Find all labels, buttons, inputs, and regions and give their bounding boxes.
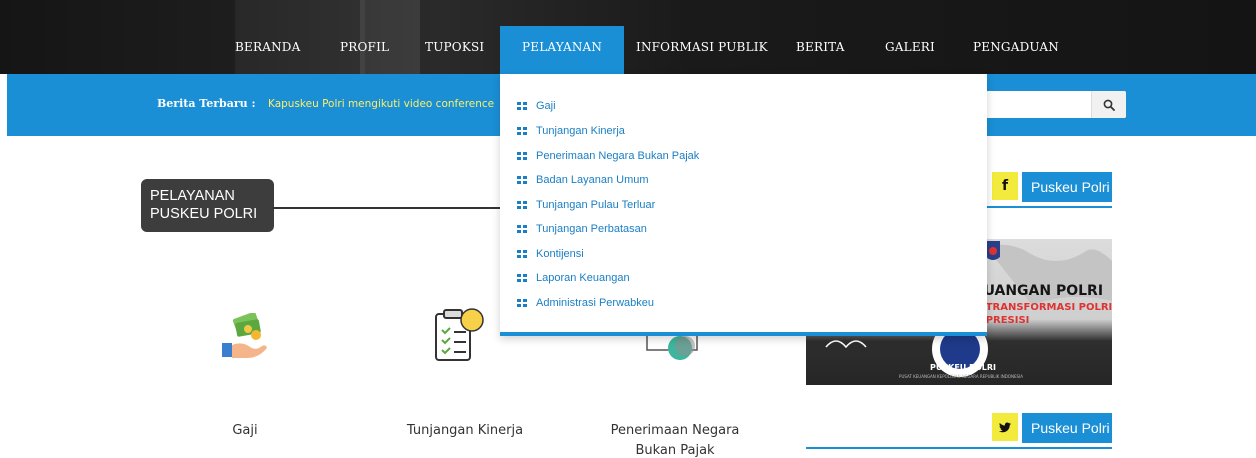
grid-icon — [517, 102, 527, 110]
section-title-line1: PELAYANAN — [150, 188, 235, 204]
dropdown-item-pulau-terluar[interactable]: Tunjangan Pulau Terluar — [517, 196, 655, 214]
nav-item-beranda[interactable]: BERANDA — [235, 26, 300, 72]
service-label-text: Bukan Pajak — [635, 443, 715, 458]
dropdown-item-pnbp[interactable]: Penerimaan Negara Bukan Pajak — [517, 147, 699, 165]
nav-item-informasi-publik[interactable]: INFORMASI PUBLIK — [636, 26, 768, 72]
dropdown-item-label: Kontijensi — [536, 248, 584, 260]
clipboard-check-icon[interactable] — [432, 306, 484, 362]
grid-icon — [517, 176, 527, 184]
grid-icon — [517, 152, 527, 160]
grid-icon — [517, 274, 527, 282]
twitter-widget: Puskeu Polri — [806, 413, 1112, 449]
service-label-text: Penerimaan Negara — [610, 423, 740, 438]
search-button[interactable] — [1091, 91, 1126, 118]
news-ticker-label: Berita Terbaru : — [157, 97, 256, 110]
service-label-text: Gaji — [232, 423, 258, 438]
news-ticker-link[interactable]: Kapuskeu Polri mengikuti video conferenc… — [268, 98, 494, 110]
grid-icon — [517, 250, 527, 258]
nav-item-berita[interactable]: BERITA — [796, 26, 845, 72]
nav-item-tupoksi[interactable]: TUPOKSI — [425, 26, 484, 72]
twitter-divider — [806, 447, 1112, 449]
nav-item-pengaduan[interactable]: PENGADUAN — [973, 26, 1059, 72]
dropdown-item-perbatasan[interactable]: Tunjangan Perbatasan — [517, 220, 647, 238]
grid-icon — [517, 127, 527, 135]
top-navbar — [0, 0, 1256, 74]
dropdown-item-laporan-keuangan[interactable]: Laporan Keuangan — [517, 269, 630, 287]
dropdown-item-label: Administrasi Perwabkeu — [536, 297, 654, 309]
facebook-icon[interactable]: f — [992, 172, 1018, 200]
service-label-tunjangan-kinerja[interactable]: Tunjangan Kinerja — [390, 421, 540, 441]
facebook-link[interactable]: Puskeu Polri — [1022, 172, 1112, 202]
dropdown-item-kontijensi[interactable]: Kontijensi — [517, 245, 584, 263]
nav-item-galeri[interactable]: GALERI — [885, 26, 935, 72]
dropdown-item-perwabkeu[interactable]: Administrasi Perwabkeu — [517, 294, 654, 312]
dropdown-item-label: Laporan Keuangan — [536, 272, 630, 284]
twitter-icon[interactable] — [992, 413, 1018, 441]
pelayanan-dropdown-menu: Gaji Tunjangan Kinerja Penerimaan Negara… — [500, 74, 987, 336]
dropdown-item-label: Badan Layanan Umum — [536, 174, 649, 186]
dropdown-item-blu[interactable]: Badan Layanan Umum — [517, 171, 649, 189]
dropdown-item-label: Penerimaan Negara Bukan Pajak — [536, 150, 700, 162]
grid-icon — [517, 201, 527, 209]
dropdown-item-label: Tunjangan Kinerja — [536, 125, 625, 137]
grid-icon — [517, 225, 527, 233]
service-label-gaji[interactable]: Gaji — [195, 421, 295, 441]
dropdown-item-gaji[interactable]: Gaji — [517, 97, 556, 115]
money-hand-icon[interactable] — [220, 311, 270, 361]
search-icon — [1103, 99, 1115, 111]
tax-icon[interactable] — [645, 336, 700, 362]
service-label-text: Tunjangan Kinerja — [406, 423, 524, 438]
service-label-pnbp[interactable]: Penerimaan Negara Bukan Pajak — [595, 421, 755, 458]
nav-item-pelayanan[interactable]: PELAYANAN — [500, 26, 625, 74]
banner-footer-sub: PUSAT KEUANGAN KEPOLISIAN NEGARA REPUBLI… — [899, 374, 1023, 379]
banner-title: EUANGAN POLRI — [974, 283, 1104, 299]
grid-icon — [517, 299, 527, 307]
banner-subtitle: G TRANSFORMASI POLRI — [974, 302, 1112, 313]
twitter-link[interactable]: Puskeu Polri — [1022, 413, 1112, 443]
dropdown-item-label: Tunjangan Perbatasan — [536, 223, 647, 235]
section-title-line2: PUSKEU POLRI — [150, 206, 258, 222]
dropdown-item-tunjangan-kinerja[interactable]: Tunjangan Kinerja — [517, 122, 625, 140]
dropdown-item-label: Gaji — [536, 100, 556, 112]
section-title-badge: PELAYANAN PUSKEU POLRI — [141, 179, 274, 232]
banner-footer: PUSKEU POLRI — [930, 363, 996, 372]
nav-item-profil[interactable]: PROFIL — [340, 26, 389, 72]
section-divider — [272, 207, 504, 209]
dropdown-item-label: Tunjangan Pulau Terluar — [536, 199, 656, 211]
